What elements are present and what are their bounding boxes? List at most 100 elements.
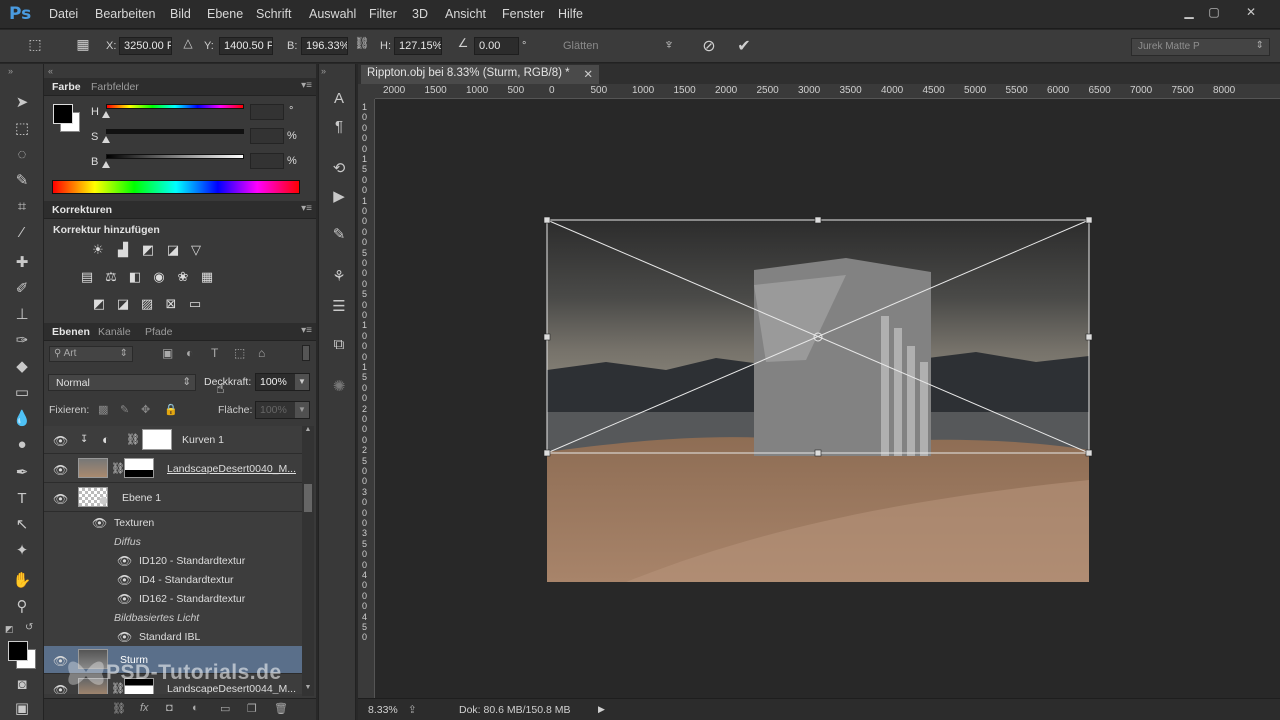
menu-bearbeiten[interactable]: Bearbeiten — [95, 7, 155, 21]
chevron-down-icon[interactable]: ▼ — [295, 374, 309, 390]
visibility-eye-icon[interactable]: 👁 — [117, 592, 132, 606]
relative-position-icon[interactable]: △ — [177, 36, 199, 56]
transform-handle[interactable] — [543, 449, 551, 457]
transform-handle[interactable] — [814, 449, 822, 457]
minimize-icon[interactable]: ▁ — [1179, 5, 1199, 21]
quick-selection-tool-icon[interactable]: ✎ — [10, 170, 34, 192]
panel-menu-icon[interactable]: ▾≡ — [301, 80, 312, 91]
history-brush-tool-icon[interactable]: ✑ — [10, 330, 34, 352]
threshold-icon[interactable]: ▨ — [137, 296, 157, 312]
brightness-slider[interactable] — [106, 154, 244, 159]
move-tool-icon[interactable]: ➤ — [10, 92, 34, 114]
tab-ebenen[interactable]: Ebenen — [52, 326, 90, 338]
menu-schrift[interactable]: Schrift — [256, 7, 291, 21]
curves-icon[interactable]: ◩ — [138, 242, 158, 258]
opacity-field[interactable]: 100% ▼ — [255, 373, 310, 391]
visibility-eye-icon[interactable]: 👁 — [53, 434, 68, 448]
transform-handle[interactable] — [543, 216, 551, 224]
panel-menu-icon[interactable]: ▾≡ — [301, 325, 312, 336]
color-lookup-icon[interactable]: ▦ — [197, 269, 217, 285]
layer-row-kurven[interactable]: 👁 ↧ ◐ ⛓ Kurven 1 — [44, 426, 302, 454]
3d-panel-icon[interactable]: ⧉ — [328, 334, 350, 356]
hue-slider-knob[interactable] — [102, 111, 110, 118]
crop-tool-icon[interactable]: ⌗ — [10, 196, 34, 218]
collapse-arrows-icon[interactable]: » — [321, 66, 326, 76]
status-menu-arrow-icon[interactable]: ▶ — [598, 704, 605, 715]
quick-mask-icon[interactable]: ◙ — [10, 674, 34, 696]
menu-datei[interactable]: Datei — [49, 7, 78, 21]
width-percent-field[interactable]: 196.33% — [301, 37, 348, 55]
layer-thumbnail[interactable] — [78, 458, 108, 478]
menu-ansicht[interactable]: Ansicht — [445, 7, 486, 21]
maximize-icon[interactable]: ▢ — [1204, 5, 1224, 21]
filter-smart-object-icon[interactable]: ⌂ — [258, 346, 265, 360]
menu-auswahl[interactable]: Auswahl — [309, 7, 356, 21]
screen-mode-icon[interactable]: ▣ — [10, 698, 34, 720]
light-sun-icon[interactable]: ✺ — [328, 376, 350, 398]
transform-handle[interactable] — [814, 216, 822, 224]
layer-row-landscape-40[interactable]: 👁 ⛓ LandscapeDesert0040_M... — [44, 455, 302, 483]
menu-ebene[interactable]: Ebene — [207, 7, 243, 21]
layer-row-ebene1[interactable]: 👁 ⬢ Ebene 1 — [44, 484, 302, 512]
filter-adjustment-icon[interactable]: ◐ — [186, 346, 193, 360]
sublayer-texture-id4[interactable]: 👁 ID4 - Standardtextur — [44, 570, 302, 589]
lock-pixels-icon[interactable]: ✎ — [120, 403, 129, 416]
exposure-icon[interactable]: ◪ — [163, 242, 183, 258]
tool-presets-icon[interactable]: ⚘ — [328, 266, 350, 288]
hue-saturation-icon[interactable]: ▤ — [77, 269, 97, 285]
brightness-slider-knob[interactable] — [102, 161, 110, 168]
sublayer-texture-id162[interactable]: 👁 ID162 - Standardtextur — [44, 589, 302, 608]
fill-field[interactable]: 100% ▼ — [255, 401, 310, 419]
color-balance-icon[interactable]: ⚖ — [101, 269, 121, 285]
tab-kanaele[interactable]: Kanäle — [98, 326, 131, 338]
dodge-tool-icon[interactable]: ● — [10, 434, 34, 456]
x-position-field[interactable]: 3250.00 Px — [119, 37, 172, 55]
tab-farbe[interactable]: Farbe — [52, 81, 81, 93]
transform-handle[interactable] — [1085, 449, 1093, 457]
saturation-slider[interactable] — [106, 129, 244, 134]
visibility-eye-icon[interactable]: 👁 — [117, 630, 132, 644]
commit-transform-icon[interactable]: ✔ — [733, 36, 755, 56]
rotation-angle-field[interactable]: 0.00 — [474, 37, 519, 55]
vertical-ruler[interactable]: 1000015001000050005001000150020002500300… — [358, 99, 375, 698]
layer-filter-kind-select[interactable]: ⚲ Art ⇕ — [49, 346, 133, 362]
photo-filter-icon[interactable]: ◉ — [149, 269, 169, 285]
brush-tool-icon[interactable]: ✐ — [10, 278, 34, 300]
black-white-icon[interactable]: ◧ — [125, 269, 145, 285]
filter-pixel-icon[interactable]: ▣ — [162, 346, 173, 360]
pen-tool-icon[interactable]: ✒ — [10, 462, 34, 484]
filter-type-icon[interactable]: T — [211, 346, 218, 360]
brightness-contrast-icon[interactable]: ☀ — [88, 242, 108, 258]
lock-all-icon[interactable]: 🔒 — [164, 403, 178, 416]
gradient-tool-icon[interactable]: ▭ — [10, 382, 34, 404]
invert-icon[interactable]: ◩ — [89, 296, 109, 312]
hand-tool-icon[interactable]: ✋ — [10, 570, 34, 592]
new-layer-icon[interactable]: ❐ — [247, 702, 257, 715]
menu-hilfe[interactable]: Hilfe — [558, 7, 583, 21]
close-icon[interactable]: ✕ — [1241, 5, 1261, 21]
history-panel-icon[interactable]: ⟲ — [328, 158, 350, 180]
default-colors-icon[interactable]: ◩ — [5, 624, 14, 635]
visibility-eye-icon[interactable]: 👁 — [117, 573, 132, 587]
blur-tool-icon[interactable]: 💧 — [10, 408, 34, 430]
transform-tool-icon[interactable]: ⬚ — [24, 36, 46, 56]
menu-filter[interactable]: Filter — [369, 7, 397, 21]
visibility-eye-icon[interactable]: 👁 — [53, 492, 68, 506]
visibility-eye-icon[interactable]: 👁 — [53, 463, 68, 477]
zoom-tool-icon[interactable]: ⚲ — [10, 596, 34, 618]
sublayer-texture-id120[interactable]: 👁 ID120 - Standardtextur — [44, 551, 302, 570]
paragraph-panel-icon[interactable]: ¶ — [328, 116, 350, 138]
new-group-icon[interactable]: ▭ — [220, 702, 230, 715]
scrollbar-thumb[interactable] — [304, 484, 312, 512]
reference-point-icon[interactable]: ▦ — [72, 36, 94, 56]
foreground-color-swatch[interactable] — [8, 641, 28, 661]
character-panel-icon[interactable]: A — [328, 88, 350, 110]
type-tool-icon[interactable]: T — [10, 488, 34, 510]
canvas-area[interactable] — [376, 100, 1280, 698]
hue-slider[interactable] — [106, 104, 244, 109]
horizontal-ruler[interactable]: 2000 1500 1000 500 0 500 1000 1500 2000 2500 3000 3… — [375, 84, 1280, 99]
collapse-arrows-icon[interactable]: « — [48, 66, 53, 76]
shape-3d-tool-icon[interactable]: ✦ — [10, 540, 34, 562]
filter-shape-icon[interactable]: ⬚ — [234, 346, 245, 360]
cancel-transform-icon[interactable]: ⊘ — [698, 36, 720, 56]
